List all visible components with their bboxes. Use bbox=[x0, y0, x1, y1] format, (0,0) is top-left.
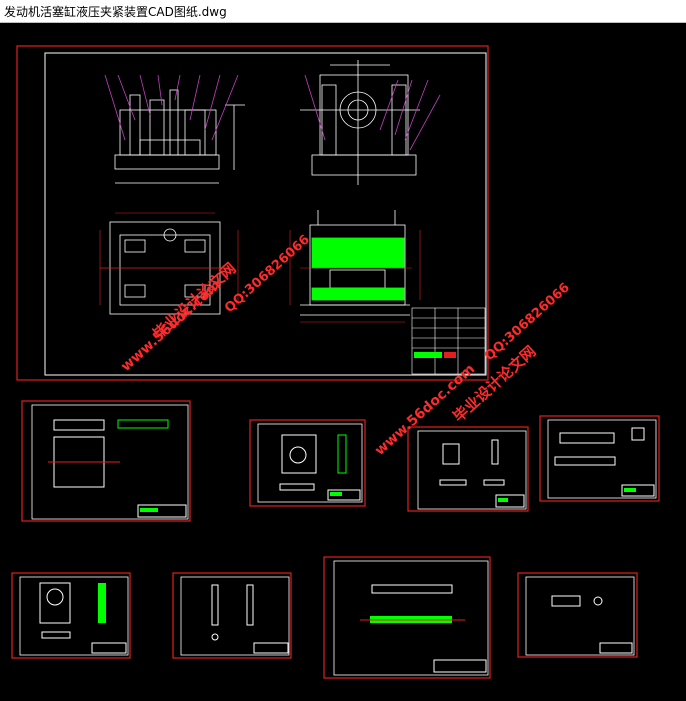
sheet-7[interactable] bbox=[172, 572, 292, 659]
front-view-leaders bbox=[104, 74, 239, 141]
cad-drawing-canvas[interactable]: www.56doc.com 毕业设计论文网 QQ:306826066 www.5… bbox=[0, 23, 686, 701]
section-view bbox=[300, 210, 410, 316]
sheet-3[interactable] bbox=[249, 419, 366, 507]
sheet-6[interactable] bbox=[11, 572, 131, 659]
side-view-leaders bbox=[304, 74, 441, 151]
assembly-outer-frame bbox=[16, 45, 489, 381]
sheet-9[interactable] bbox=[517, 572, 638, 658]
sheet-4[interactable] bbox=[407, 426, 529, 512]
front-view bbox=[114, 89, 245, 184]
side-view bbox=[300, 60, 420, 185]
cad-viewport[interactable] bbox=[0, 23, 686, 701]
window-title: 发动机活塞缸液压夹紧装置CAD图纸.dwg bbox=[4, 5, 227, 19]
title-bar: 发动机活塞缸液压夹紧装置CAD图纸.dwg bbox=[0, 0, 686, 23]
assembly-drawing[interactable] bbox=[16, 45, 489, 381]
sheet-8[interactable] bbox=[323, 556, 491, 679]
sheet-5[interactable] bbox=[539, 415, 660, 502]
sheet-2[interactable] bbox=[21, 400, 191, 522]
assembly-title-block bbox=[411, 307, 486, 375]
